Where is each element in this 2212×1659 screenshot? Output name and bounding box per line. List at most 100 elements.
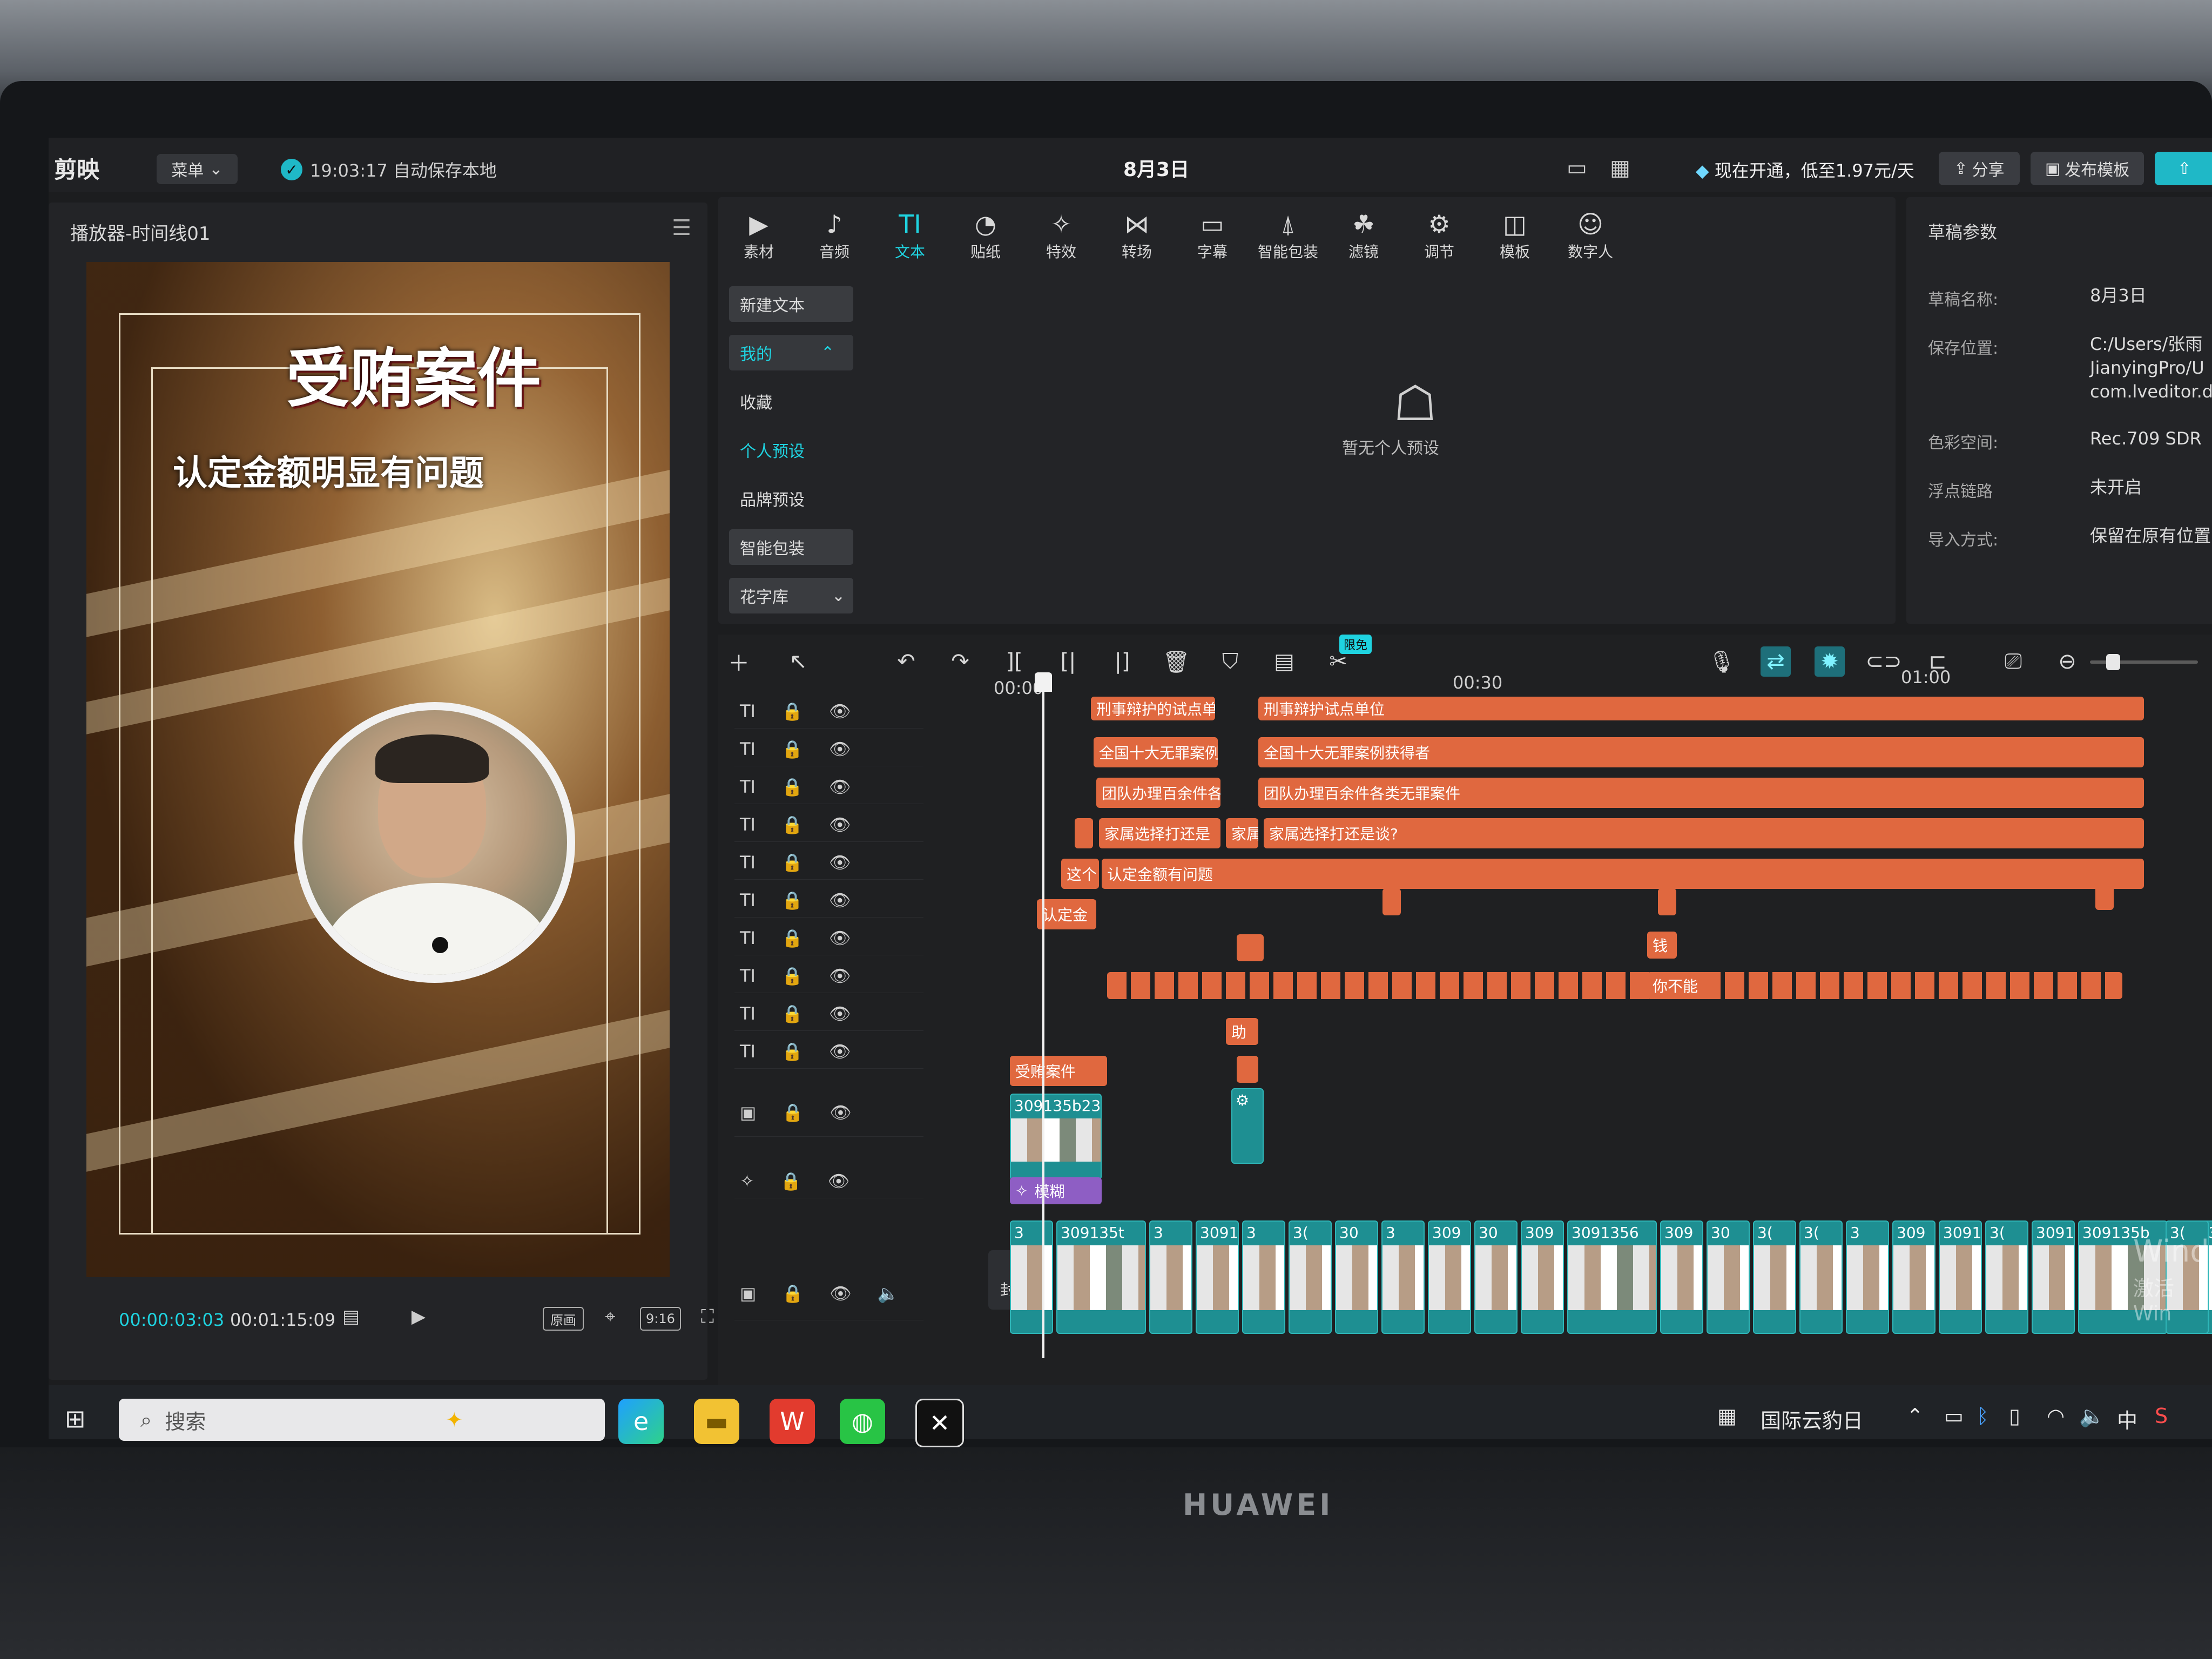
text-clip[interactable]: 家属 — [1226, 818, 1258, 848]
hamburger-icon[interactable]: ☰ — [672, 215, 691, 240]
lock-icon[interactable]: 🔒 — [780, 1171, 802, 1191]
text-clip-row[interactable] — [1107, 972, 2122, 999]
tab-filter[interactable]: ☘ 滤镜 — [1328, 208, 1399, 267]
tab-caption[interactable]: ▭ 字幕 — [1177, 208, 1247, 267]
sidebar-item-mine[interactable]: 我的 ⌃ — [729, 335, 853, 370]
main-video-clip[interactable]: 309135t — [1056, 1220, 1146, 1334]
tab-smart-pack[interactable]: ⍋ 智能包装 — [1253, 208, 1323, 267]
text-clip[interactable]: 钱 — [1647, 932, 1677, 959]
lock-icon[interactable]: 🔒 — [781, 814, 803, 835]
playhead[interactable] — [1042, 683, 1044, 1358]
eye-icon[interactable]: 👁 — [829, 928, 851, 948]
eye-icon[interactable]: 👁 — [829, 966, 851, 986]
text-clip[interactable]: 全国十大无罪案例获得者 — [1258, 737, 2144, 767]
lock-icon[interactable]: 🔒 — [781, 701, 803, 721]
text-clip[interactable]: 全国十大无罪案例 — [1094, 737, 1218, 767]
main-video-clip[interactable]: 3 — [1242, 1220, 1285, 1334]
main-video-clip[interactable]: 309 — [1892, 1220, 1936, 1334]
eye-icon[interactable]: 👁 — [829, 1003, 851, 1024]
main-video-clip[interactable]: 30 — [1474, 1220, 1518, 1334]
undo-icon[interactable]: ↶ — [891, 646, 921, 677]
tab-audio[interactable]: ♪ 音频 — [799, 208, 869, 267]
lock-icon[interactable]: 🔒 — [781, 1003, 803, 1024]
marker-icon[interactable]: ⛉ — [1215, 646, 1245, 677]
main-video-clip[interactable]: 30 — [1707, 1220, 1750, 1334]
delete-icon[interactable]: 🗑 — [1161, 646, 1191, 677]
main-video-clip[interactable]: 3( — [1753, 1220, 1796, 1334]
main-video-clip[interactable]: 309 — [1660, 1220, 1703, 1334]
main-video-clip[interactable]: 3 — [1381, 1220, 1425, 1334]
share-button[interactable]: ⇪ 分享 — [1939, 152, 2020, 185]
sidebar-item-favorites[interactable]: 收藏 — [729, 383, 853, 419]
text-clip-small[interactable] — [1075, 818, 1093, 848]
sidebar-item-smart-pack[interactable]: 智能包装 — [729, 529, 853, 565]
split-icon[interactable]: ][ — [999, 646, 1029, 677]
speaker-icon[interactable]: 🔈 — [878, 1283, 899, 1304]
play-icon[interactable]: ▶ — [402, 1301, 435, 1332]
vip-promo[interactable]: ◆ 现在开通，低至1.97元/天 — [1696, 157, 1914, 182]
widget-icon[interactable]: ▦ — [1717, 1404, 1737, 1428]
ime-indicator[interactable]: 中 — [2117, 1404, 2137, 1434]
eye-icon[interactable]: 👁 — [829, 701, 851, 721]
main-video-clip[interactable]: 3 — [1149, 1220, 1192, 1334]
sidebar-item-brand-presets[interactable]: 品牌预设 — [729, 481, 853, 516]
screenshot-icon[interactable]: ⎚ — [1998, 646, 2028, 677]
text-clip[interactable]: 认定金 — [1037, 899, 1096, 929]
lock-icon[interactable]: 🔒 — [781, 890, 803, 911]
zoom-slider-thumb[interactable] — [2106, 654, 2120, 670]
tab-template[interactable]: ◫ 模板 — [1480, 208, 1550, 267]
overlay-video-clip[interactable]: 309135b23 — [1010, 1094, 1102, 1180]
text-clip[interactable]: 家属选择打还是 — [1099, 818, 1220, 848]
eye-icon[interactable]: 👁 — [829, 1041, 851, 1062]
wifi-icon[interactable]: ◠ — [2047, 1404, 2065, 1428]
weather-text[interactable]: 国际云豹日 — [1761, 1404, 1863, 1434]
playhead-handle[interactable] — [1035, 672, 1052, 692]
tab-effects[interactable]: ✧ 特效 — [1026, 208, 1096, 267]
caption-recognize-icon[interactable]: ▤ — [1269, 646, 1299, 677]
sogou-icon[interactable]: S — [2155, 1404, 2168, 1428]
volume-icon[interactable]: 🔈 — [2079, 1404, 2105, 1428]
link-icon[interactable]: ⊂⊃ — [1865, 646, 1901, 677]
text-clip[interactable]: 认定金额有问题 — [1102, 859, 2144, 889]
eye-icon[interactable]: 👁 — [830, 1283, 852, 1304]
trim-right-icon[interactable]: |] — [1107, 646, 1137, 677]
publish-template-button[interactable]: ▣ 发布模板 — [2031, 152, 2144, 185]
lock-icon[interactable]: 🔒 — [781, 777, 803, 797]
effect-clip[interactable]: ✧ 模糊 — [1010, 1177, 1102, 1204]
main-video-clip[interactable]: 3( — [1289, 1220, 1332, 1334]
text-clip[interactable]: 受贿案件 — [1010, 1056, 1107, 1086]
text-clip[interactable]: 家属选择打还是谈? — [1264, 818, 2144, 848]
text-clip-small[interactable] — [2095, 883, 2114, 910]
main-video-clip[interactable]: 3 — [1846, 1220, 1889, 1334]
zoom-slider[interactable] — [2090, 654, 2198, 670]
wechat-icon[interactable]: ◍ — [840, 1399, 885, 1444]
lock-icon[interactable]: 🔒 — [781, 1041, 803, 1062]
text-clip[interactable]: 助 — [1226, 1018, 1258, 1045]
text-clip-small[interactable] — [1658, 888, 1676, 915]
text-clip[interactable]: 刑事辩护的试点单位 — [1091, 697, 1215, 720]
main-video-clip[interactable]: 3 — [1010, 1220, 1053, 1334]
lock-icon[interactable]: 🔒 — [782, 1283, 804, 1304]
tab-adjust[interactable]: ⚙ 调节 — [1404, 208, 1474, 267]
text-clip[interactable]: 团队办理百余件各 — [1096, 778, 1220, 808]
main-video-clip[interactable]: 309 — [1521, 1220, 1564, 1334]
eye-icon[interactable]: 👁 — [829, 814, 851, 835]
eye-icon[interactable]: 👁 — [829, 739, 851, 759]
text-clip[interactable]: 这个 — [1061, 859, 1099, 889]
display-icon[interactable]: ▭ — [1944, 1404, 1964, 1428]
text-clip-small[interactable] — [1237, 1056, 1258, 1083]
eye-icon[interactable]: 👁 — [829, 777, 851, 797]
tab-digital-human[interactable]: ☺ 数字人 — [1555, 208, 1626, 267]
main-video-clip[interactable]: 3( — [1799, 1220, 1843, 1334]
add-icon[interactable]: ＋ — [724, 646, 754, 677]
main-video-clip[interactable]: 3091 — [1196, 1220, 1239, 1334]
windows-start-icon[interactable]: ⊞ — [65, 1404, 86, 1433]
workspace-icon[interactable]: ▦ — [1604, 153, 1636, 183]
timecode-grid-icon[interactable]: ▤ — [335, 1301, 367, 1332]
text-clip[interactable]: 你不能 — [1647, 972, 1707, 999]
main-video-clip[interactable]: 309 — [1428, 1220, 1471, 1334]
main-video-clip[interactable]: 30 — [1335, 1220, 1378, 1334]
sidebar-item-personal-presets[interactable]: 个人预设 — [729, 432, 853, 468]
menu-button[interactable]: 菜单 ⌄ — [157, 154, 238, 184]
taskbar-search[interactable]: ⌕ 搜索 ✦ — [119, 1399, 605, 1441]
